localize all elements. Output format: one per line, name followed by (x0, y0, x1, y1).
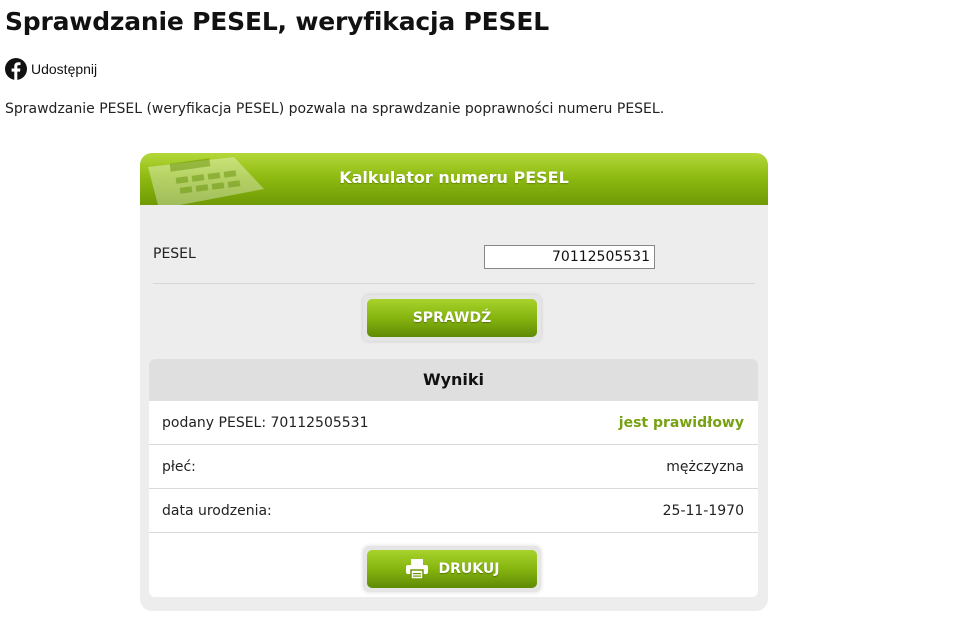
result-row-birthdate: data urodzenia: 25-11-1970 (149, 489, 758, 533)
pesel-calculator: Kalkulator numeru PESEL PESEL SPRAWDŹ Wy… (140, 153, 768, 611)
result-value: 25-11-1970 (662, 503, 744, 519)
check-button-label: SPRAWDŹ (367, 299, 537, 337)
print-button[interactable]: DRUKUJ (363, 546, 541, 592)
printer-icon (405, 559, 428, 580)
share-button[interactable]: Udostępnij (5, 58, 97, 80)
check-button[interactable]: SPRAWDŹ (363, 295, 541, 341)
print-button-label: DRUKUJ (438, 561, 500, 577)
results-title: Wyniki (149, 359, 758, 401)
result-label: data urodzenia: (162, 503, 272, 519)
pesel-label: PESEL (153, 246, 196, 262)
share-label: Udostępnij (31, 61, 98, 77)
divider (153, 283, 755, 284)
page-title: Sprawdzanie PESEL, weryfikacja PESEL (5, 7, 549, 36)
result-row-pesel: podany PESEL: 70112505531 jest prawidłow… (149, 401, 758, 445)
validity-status: jest prawidłowy (618, 415, 744, 431)
result-row-gender: płeć: mężczyzna (149, 445, 758, 489)
calculator-header: Kalkulator numeru PESEL (140, 153, 768, 205)
result-label: podany PESEL: 70112505531 (162, 415, 369, 431)
facebook-icon (5, 58, 27, 80)
pesel-input[interactable] (484, 245, 655, 269)
intro-text: Sprawdzanie PESEL (weryfikacja PESEL) po… (5, 101, 665, 117)
result-value: mężczyzna (666, 459, 744, 475)
result-label: płeć: (162, 459, 196, 475)
calculator-title: Kalkulator numeru PESEL (339, 168, 569, 187)
